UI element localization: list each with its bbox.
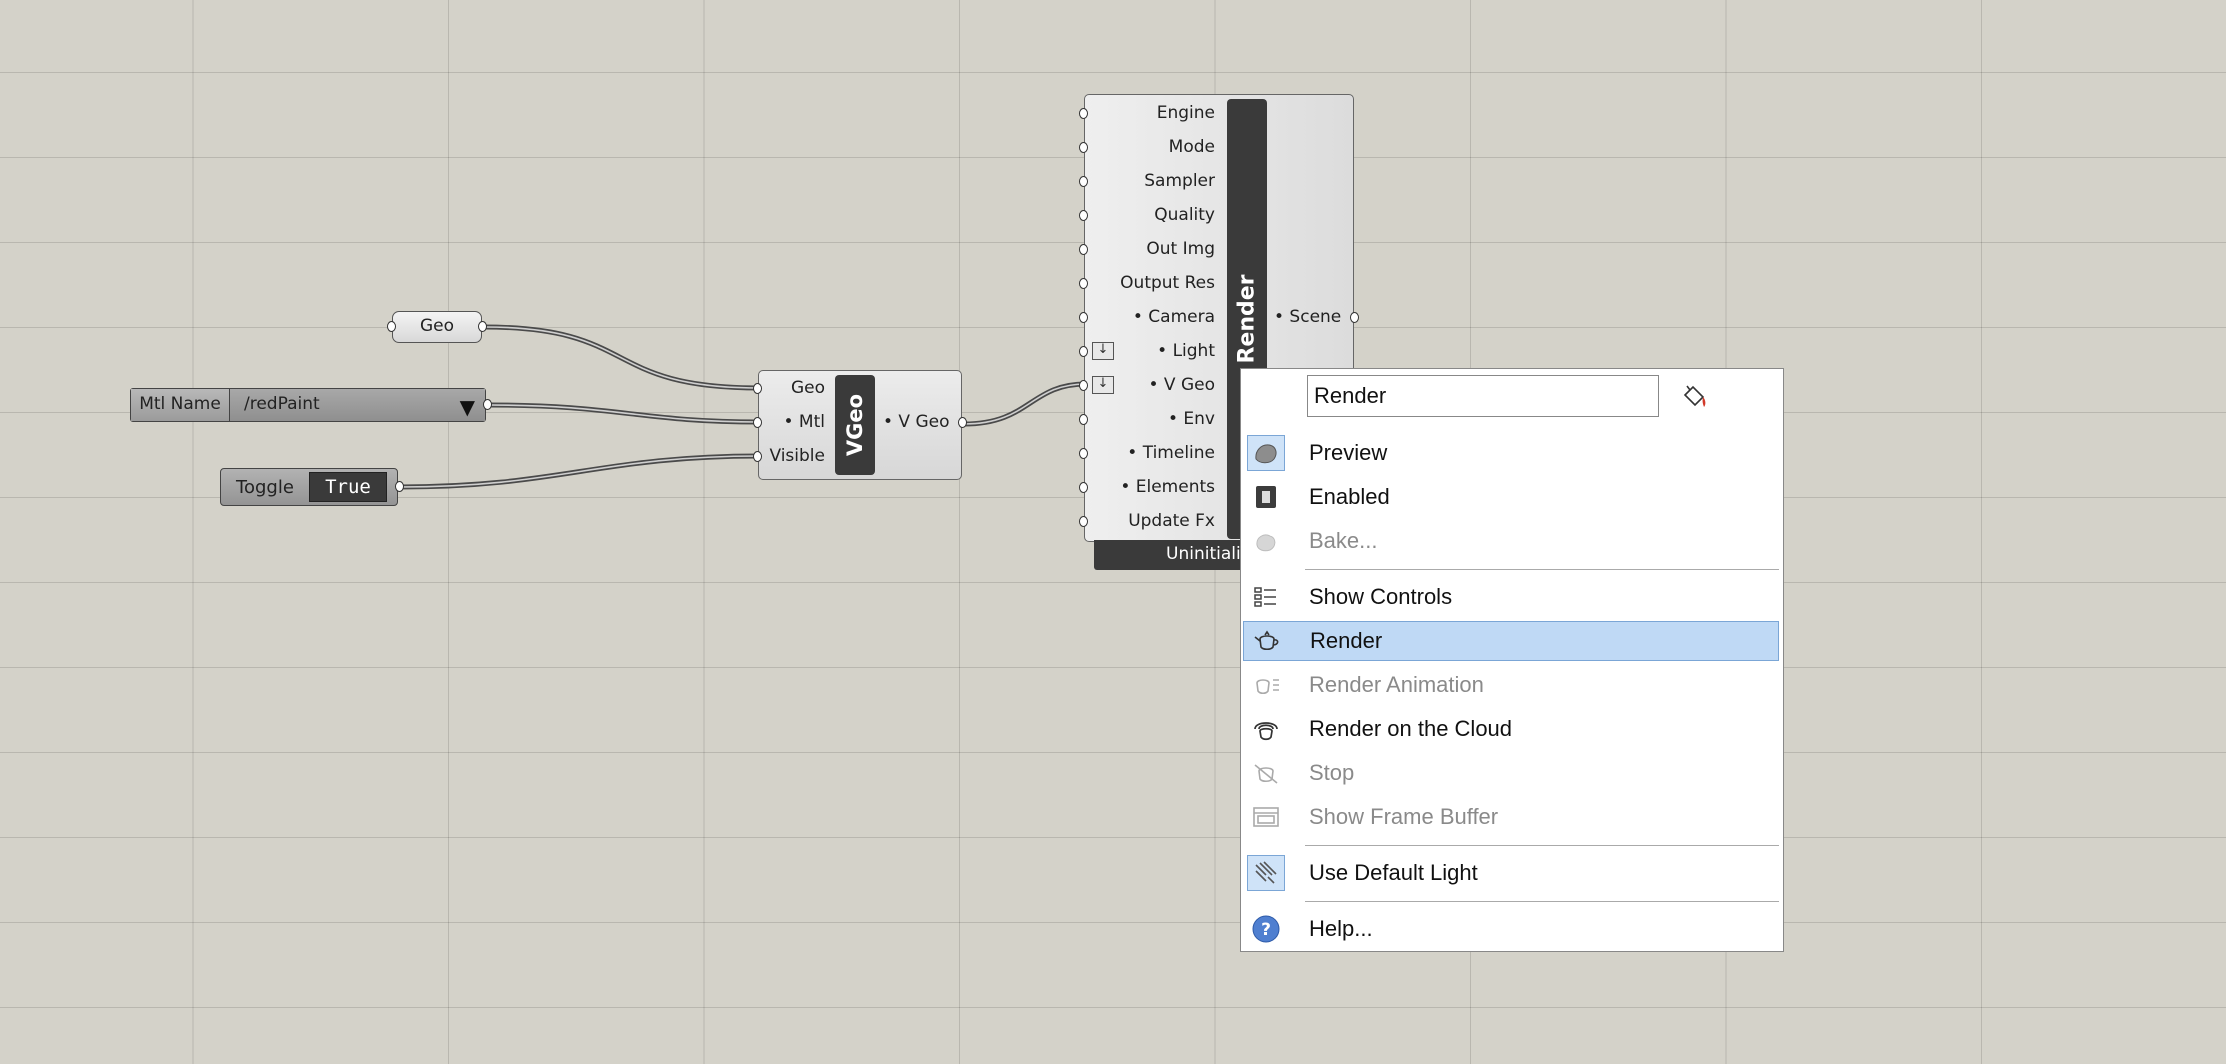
menu-item-stop[interactable]: Stop [1243, 753, 1779, 793]
controls-icon [1247, 579, 1285, 615]
flatten-arrow-icon[interactable]: ↓ [1092, 342, 1114, 360]
flatten-arrow-icon[interactable]: ↓ [1092, 376, 1114, 394]
menu-item-bake[interactable]: Bake... [1243, 521, 1779, 561]
teapot-icon [1248, 623, 1286, 659]
frame-buffer-icon [1247, 799, 1285, 835]
input-grip[interactable] [753, 451, 762, 462]
render-input-timeline[interactable]: • Timeline [1127, 443, 1215, 463]
render-input-out-img[interactable]: Out Img [1146, 239, 1215, 259]
input-grip[interactable] [1079, 448, 1088, 459]
menu-item-preview[interactable]: Preview [1243, 433, 1779, 473]
context-menu: Preview Enabled Bake... Show Controls Re… [1240, 368, 1784, 952]
vgeo-title-bar: VGeo [835, 375, 875, 475]
menu-item-render-animation[interactable]: Render Animation [1243, 665, 1779, 705]
input-grip[interactable] [1079, 108, 1088, 119]
render-input-output-res[interactable]: Output Res [1120, 273, 1215, 293]
mtl-name-dropdown[interactable]: /redPaint ▼ [230, 389, 485, 421]
input-grip[interactable] [753, 417, 762, 428]
menu-item-show-frame-buffer[interactable]: Show Frame Buffer [1243, 797, 1779, 837]
render-title: Render [1234, 274, 1260, 364]
input-grip[interactable] [1079, 414, 1088, 425]
vgeo-input-mtl[interactable]: • Mtl [784, 412, 826, 432]
output-grip[interactable] [395, 481, 404, 492]
component-name-input[interactable] [1307, 375, 1659, 417]
cloud-render-icon [1247, 711, 1285, 747]
menu-separator [1305, 569, 1779, 570]
default-light-icon [1247, 855, 1285, 891]
input-grip[interactable] [753, 383, 762, 394]
render-output-scene[interactable]: • Scene [1274, 307, 1341, 327]
svg-text:?: ? [1261, 920, 1271, 940]
boolean-toggle[interactable]: Toggle True [220, 468, 404, 506]
menu-item-render[interactable]: Render [1243, 621, 1779, 661]
input-grip[interactable] [1079, 244, 1088, 255]
vgeo-output-vgeo[interactable]: • V Geo [883, 412, 950, 432]
render-input-env[interactable]: • Env [1168, 409, 1215, 429]
bake-icon [1247, 523, 1285, 559]
menu-item-render-cloud[interactable]: Render on the Cloud [1243, 709, 1779, 749]
vgeo-input-geo[interactable]: Geo [791, 378, 825, 398]
render-input-vgeo[interactable]: • V Geo [1149, 375, 1216, 395]
mtl-name-label: Mtl Name [131, 389, 230, 421]
render-input-engine[interactable]: Engine [1157, 103, 1215, 123]
vgeo-input-visible[interactable]: Visible [769, 446, 825, 466]
output-grip[interactable] [1350, 312, 1359, 323]
render-input-camera[interactable]: • Camera [1133, 307, 1215, 327]
output-grip[interactable] [958, 417, 967, 428]
geo-parameter-label: Geo [419, 316, 455, 336]
toggle-value[interactable]: True [309, 472, 387, 502]
toggle-label: Toggle [236, 476, 294, 498]
render-status-bar: Uninitialized [1094, 540, 1244, 570]
render-input-light[interactable]: • Light [1157, 341, 1215, 361]
input-grip[interactable] [1079, 380, 1088, 391]
enabled-icon [1247, 479, 1285, 515]
render-input-sampler[interactable]: Sampler [1144, 171, 1215, 191]
menu-item-enabled[interactable]: Enabled [1243, 477, 1779, 517]
input-grip[interactable] [1079, 516, 1088, 527]
teapot-animation-icon [1247, 667, 1285, 703]
render-input-update-fx[interactable]: Update Fx [1128, 511, 1215, 531]
dropdown-arrow-icon[interactable]: ▼ [460, 392, 475, 423]
input-grip[interactable] [1079, 278, 1088, 289]
geo-parameter[interactable]: Geo [387, 311, 487, 343]
menu-item-show-controls[interactable]: Show Controls [1243, 577, 1779, 617]
input-grip[interactable] [387, 321, 396, 332]
input-grip[interactable] [1079, 176, 1088, 187]
preview-icon [1247, 435, 1285, 471]
stop-icon [1247, 755, 1285, 791]
menu-separator [1305, 845, 1779, 846]
input-grip[interactable] [1079, 210, 1088, 221]
menu-item-use-default-light[interactable]: Use Default Light [1243, 853, 1779, 893]
menu-item-help[interactable]: ? Help... [1243, 909, 1779, 949]
mtl-name-value: /redPaint [244, 394, 320, 414]
wire-vgeo-to-render [963, 381, 1087, 427]
menu-separator [1305, 901, 1779, 902]
help-icon: ? [1247, 911, 1285, 947]
input-grip[interactable] [1079, 142, 1088, 153]
output-grip[interactable] [483, 399, 492, 410]
output-grip[interactable] [478, 321, 487, 332]
input-grip[interactable] [1079, 346, 1088, 357]
input-grip[interactable] [1079, 312, 1088, 323]
input-grip[interactable] [1079, 482, 1088, 493]
render-input-mode[interactable]: Mode [1169, 137, 1215, 157]
render-input-quality[interactable]: Quality [1154, 205, 1215, 225]
vgeo-title: VGeo [843, 393, 867, 457]
render-input-elements[interactable]: • Elements [1120, 477, 1215, 497]
paint-bucket-icon[interactable] [1679, 383, 1709, 411]
vgeo-component[interactable]: Geo • Mtl Visible VGeo • V Geo [753, 370, 967, 480]
mtl-name-value-list[interactable]: Mtl Name /redPaint ▼ [130, 388, 492, 422]
